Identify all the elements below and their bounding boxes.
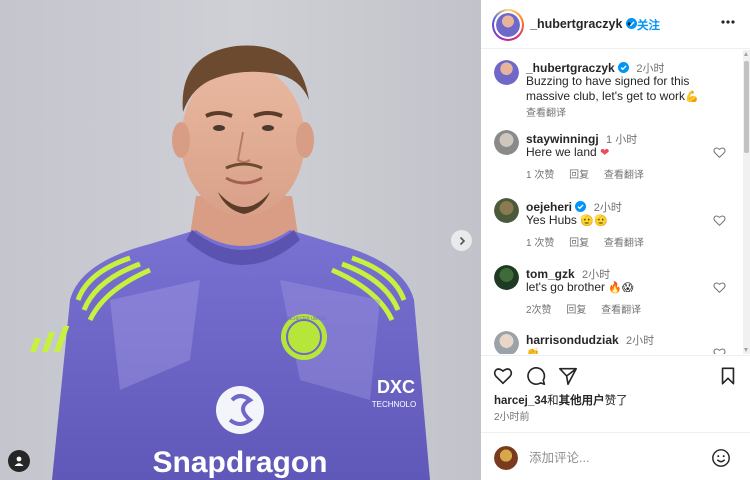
user-tag-icon — [14, 456, 24, 466]
comment-emoji: 🫡🫡 — [580, 214, 608, 227]
follow-button[interactable]: 关注 — [637, 17, 660, 33]
sleeve-brand-bottom: TECHNOLO — [372, 400, 416, 409]
heart-icon[interactable] — [713, 214, 726, 227]
scroll-up-arrow[interactable] — [744, 52, 748, 56]
chevron-right-icon — [459, 236, 465, 245]
reply-button[interactable]: 回复 — [569, 170, 589, 181]
more-options-icon[interactable] — [720, 14, 736, 30]
scrollbar-thumb[interactable] — [744, 61, 749, 153]
heart-icon[interactable] — [713, 281, 726, 294]
comment-likes[interactable]: 1 次赞 — [526, 238, 554, 249]
comment-item: staywinningj 1 小时 Here we land ❤ 1 次赞 回复… — [481, 130, 743, 190]
comment-item: oejeheri 2小时 Yes Hubs 🫡🫡 1 次赞 回复 查看翻译 — [481, 198, 743, 258]
header-separator: • — [627, 17, 632, 31]
post-header: _hubertgraczyk • 关注 — [481, 0, 750, 49]
comment-likes[interactable]: 1 次赞 — [526, 170, 554, 181]
liked-by-others[interactable]: 其他用户 — [559, 395, 605, 407]
comments-list[interactable]: _hubertgraczyk 2小时 Buzzing to have signe… — [481, 50, 743, 354]
comment-emoji: 🔥😱 — [608, 281, 634, 294]
comment-username[interactable]: harrisondudziak — [526, 333, 619, 347]
comment-text: Here we land — [526, 145, 597, 159]
scroll-down-arrow[interactable] — [744, 348, 748, 352]
comment-text: Yes Hubs — [526, 213, 577, 227]
action-bar — [481, 355, 750, 393]
sponsor-text: Snapdragon — [152, 446, 327, 479]
comment-item: tom_gzk 2小时 let's go brother 🔥😱 2次赞 回复 查… — [481, 265, 743, 325]
jersey-crest-text: MANCHESTER UNITED — [282, 316, 326, 321]
comment-avatar[interactable] — [494, 331, 519, 354]
translate-link[interactable]: 查看翻译 — [601, 305, 641, 316]
author-username[interactable]: _hubertgraczyk — [530, 17, 637, 31]
translate-link[interactable]: 查看翻译 — [604, 170, 644, 181]
smiley-icon[interactable] — [711, 448, 731, 468]
comment-avatar[interactable] — [494, 198, 519, 223]
comment-emoji: ❤ — [600, 146, 610, 159]
post-photo: MANCHESTER UNITED Snapdragon DXC TECHNOL… — [0, 0, 481, 480]
caption-translate-link[interactable]: 查看翻译 — [526, 108, 566, 119]
sleeve-brand-top: DXC — [377, 377, 415, 397]
verified-badge-icon — [575, 201, 587, 212]
share-icon[interactable] — [558, 366, 578, 386]
comment-text: 👏 — [526, 347, 540, 354]
player-photo-illustration: MANCHESTER UNITED Snapdragon DXC TECHNOL… — [0, 0, 481, 480]
comment-text: let's go brother — [526, 280, 606, 294]
comment-time[interactable]: 2小时 — [626, 335, 654, 347]
likes-suffix: 赞了 — [604, 395, 628, 407]
comment-likes[interactable]: 2次赞 — [526, 305, 552, 316]
liked-by-user[interactable]: harcej_34 — [494, 395, 547, 407]
verified-badge-icon — [618, 62, 630, 73]
post-timestamp[interactable]: 2小时前 — [494, 408, 530, 423]
caption-username[interactable]: _hubertgraczyk — [526, 61, 615, 75]
comment-item: harrisondudziak 2小时 👏 — [481, 331, 743, 354]
comments-scrollbar[interactable] — [743, 50, 750, 354]
heart-icon[interactable] — [713, 347, 726, 354]
comment-username[interactable]: tom_gzk — [526, 267, 575, 281]
translate-link[interactable]: 查看翻译 — [604, 238, 644, 249]
caption-text-line1: Buzzing to have signed for this — [526, 74, 690, 88]
next-image-button[interactable] — [451, 230, 472, 251]
caption-emoji: 💪 — [685, 90, 699, 103]
add-comment-bar — [481, 432, 750, 480]
reply-button[interactable]: 回复 — [569, 238, 589, 249]
author-avatar[interactable] — [492, 9, 524, 41]
comment-username[interactable]: staywinningj — [526, 132, 599, 146]
post-side-panel: _hubertgraczyk • 关注 _hubertgraczyk 2小时 B… — [481, 0, 750, 480]
caption-avatar[interactable] — [494, 60, 519, 85]
heart-icon[interactable] — [493, 366, 513, 386]
comment-icon[interactable] — [526, 366, 546, 386]
current-user-avatar — [494, 446, 518, 470]
comment-avatar[interactable] — [494, 265, 519, 290]
heart-icon[interactable] — [713, 146, 726, 159]
caption-text-line2: massive club, let's get to work — [526, 89, 686, 103]
comment-username[interactable]: oejeheri — [526, 200, 572, 214]
tagged-users-button[interactable] — [8, 450, 30, 472]
comment-input[interactable] — [529, 448, 699, 468]
likes-connector: 和 — [547, 395, 559, 407]
bookmark-icon[interactable] — [718, 366, 738, 386]
likes-summary: harcej_34和其他用户赞了 — [494, 392, 628, 408]
caption: _hubertgraczyk 2小时 Buzzing to have signe… — [481, 58, 743, 119]
comment-avatar[interactable] — [494, 130, 519, 155]
reply-button[interactable]: 回复 — [566, 305, 586, 316]
comment-time[interactable]: 1 小时 — [606, 134, 637, 146]
